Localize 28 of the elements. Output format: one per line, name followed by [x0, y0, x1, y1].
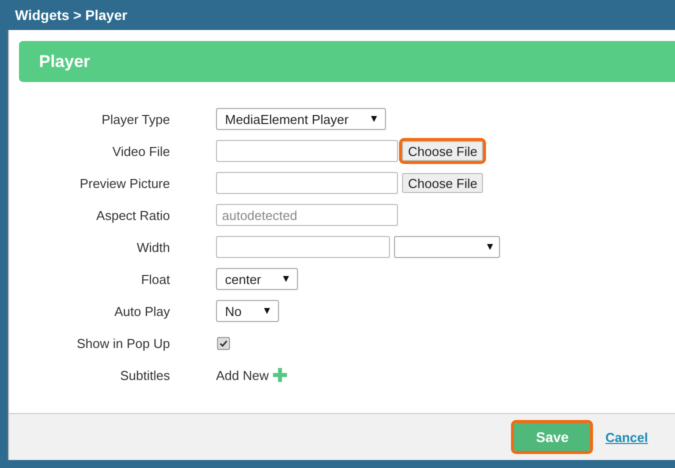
window-title: Widgets > Player	[15, 7, 128, 23]
choose-file-button[interactable]: Choose File	[402, 173, 484, 193]
dropdown[interactable]: MediaElement Player	[216, 108, 386, 130]
dropdown[interactable]	[394, 236, 500, 258]
field-label: Preview Picture	[78, 176, 170, 190]
choose-file-button[interactable]: Choose File	[402, 141, 484, 161]
caret-icon	[370, 116, 377, 122]
field-label: Float	[140, 272, 170, 286]
add-new-link[interactable]: Add New	[216, 368, 269, 382]
input-field[interactable]: autodetected	[216, 204, 398, 226]
dropdown[interactable]: No	[216, 300, 279, 322]
caret-icon	[487, 244, 493, 250]
field-label: Video File	[111, 144, 170, 158]
field-label: Auto Play	[113, 304, 170, 318]
plus-icon[interactable]	[272, 368, 287, 382]
caret-icon	[283, 276, 290, 282]
checkbox[interactable]	[217, 336, 230, 350]
field-label: Show in Pop Up	[76, 336, 170, 350]
dropdown[interactable]: center	[216, 268, 298, 290]
field-label: Aspect Ratio	[95, 208, 170, 222]
field-label: Subtitles	[119, 368, 170, 382]
file-path-field[interactable]	[216, 140, 398, 162]
input-field[interactable]	[216, 236, 390, 258]
panel-title: Player	[39, 52, 90, 72]
field-label: Width	[136, 240, 170, 254]
field-label: Player Type	[100, 112, 170, 126]
caret-icon	[264, 308, 270, 314]
file-path-field[interactable]	[216, 172, 398, 194]
